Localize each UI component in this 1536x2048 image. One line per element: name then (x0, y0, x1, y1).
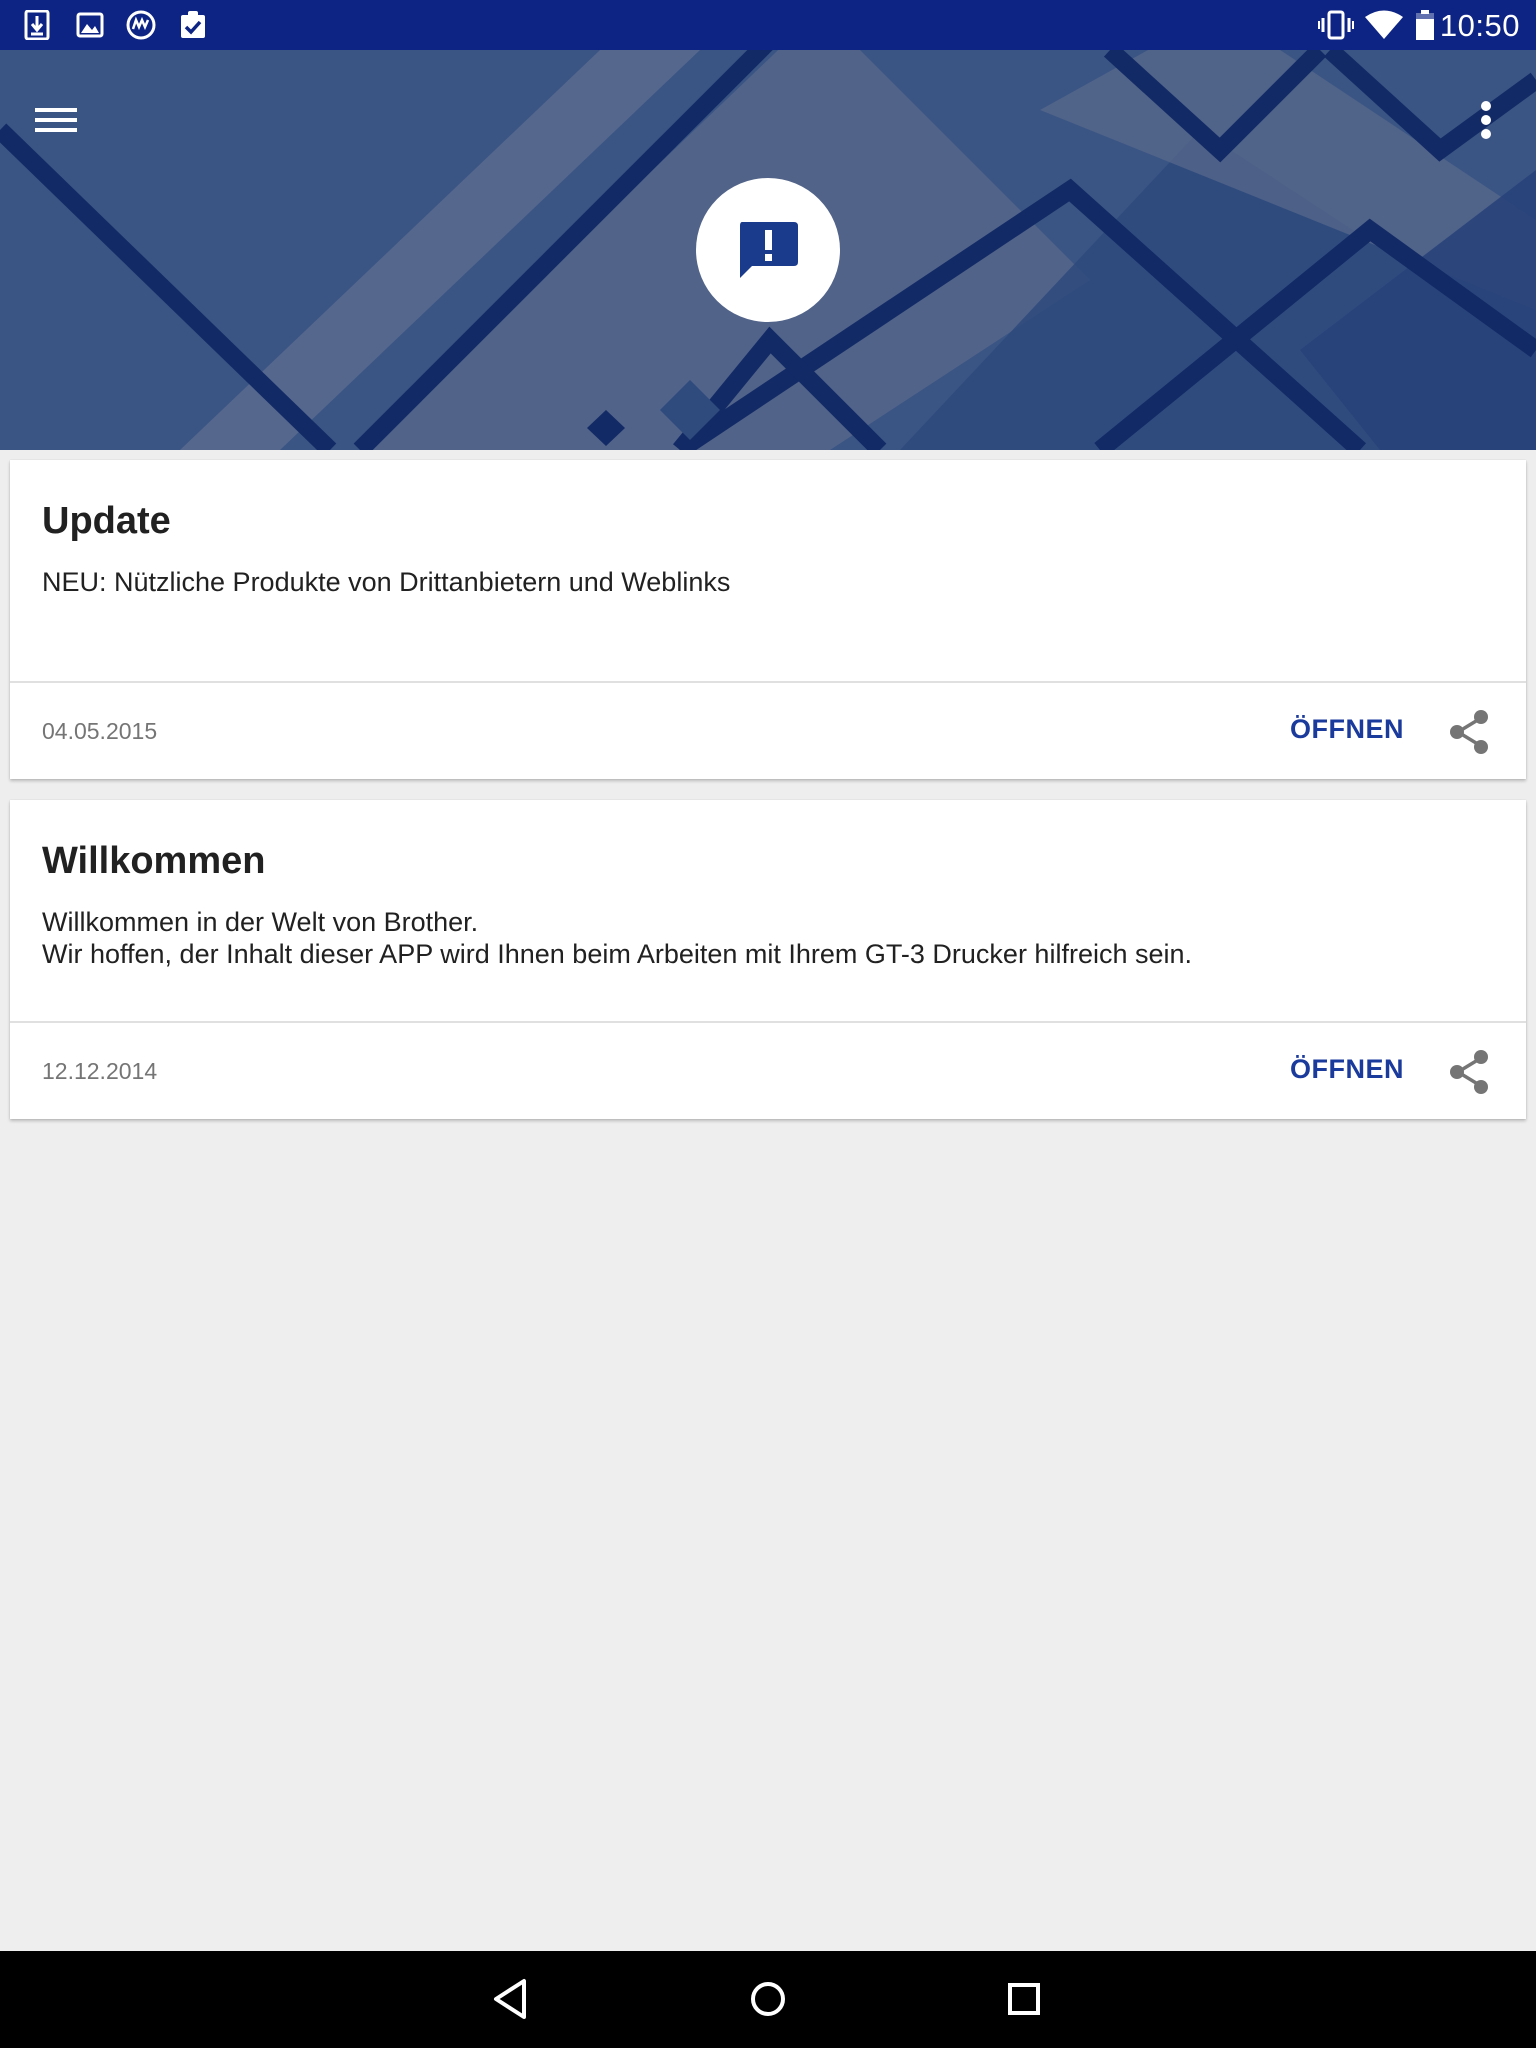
app-logo-icon (126, 10, 156, 40)
wifi-icon (1365, 10, 1403, 39)
home-icon[interactable] (740, 1971, 796, 2027)
share-icon[interactable] (1444, 1046, 1496, 1098)
open-button[interactable]: ÖFFNEN (1290, 1054, 1404, 1085)
recents-icon[interactable] (996, 1971, 1052, 2027)
announcement-icon (740, 222, 798, 278)
news-card-update: Update NEU: Nützliche Produkte von Dritt… (10, 460, 1526, 779)
card-body: Willkommen in der Welt von Brother. Wir … (42, 907, 1193, 969)
announcement-badge (696, 178, 840, 322)
card-title: Willkommen (42, 840, 266, 882)
card-divider (10, 681, 1526, 683)
clipboard-check-icon (181, 11, 205, 38)
card-divider (10, 1021, 1526, 1023)
card-title: Update (42, 500, 171, 542)
card-date: 04.05.2015 (42, 718, 158, 744)
card-date: 12.12.2014 (42, 1058, 158, 1084)
vibrate-icon (1318, 10, 1354, 40)
share-icon[interactable] (1444, 706, 1496, 758)
card-body: NEU: Nützliche Produkte von Drittanbiete… (42, 567, 731, 597)
download-icon (24, 10, 50, 40)
header-banner (0, 50, 1536, 450)
battery-icon (1416, 10, 1434, 40)
status-bar: 10:50 (0, 0, 1536, 50)
hamburger-menu-icon[interactable] (26, 90, 86, 150)
back-icon[interactable] (484, 1971, 540, 2027)
news-card-welcome: Willkommen Willkommen in der Welt von Br… (10, 800, 1526, 1119)
clock: 10:50 (1439, 8, 1520, 43)
navigation-bar (0, 1951, 1536, 2048)
more-vert-icon[interactable] (1456, 90, 1516, 150)
image-icon (76, 12, 104, 38)
open-button[interactable]: ÖFFNEN (1290, 714, 1404, 745)
